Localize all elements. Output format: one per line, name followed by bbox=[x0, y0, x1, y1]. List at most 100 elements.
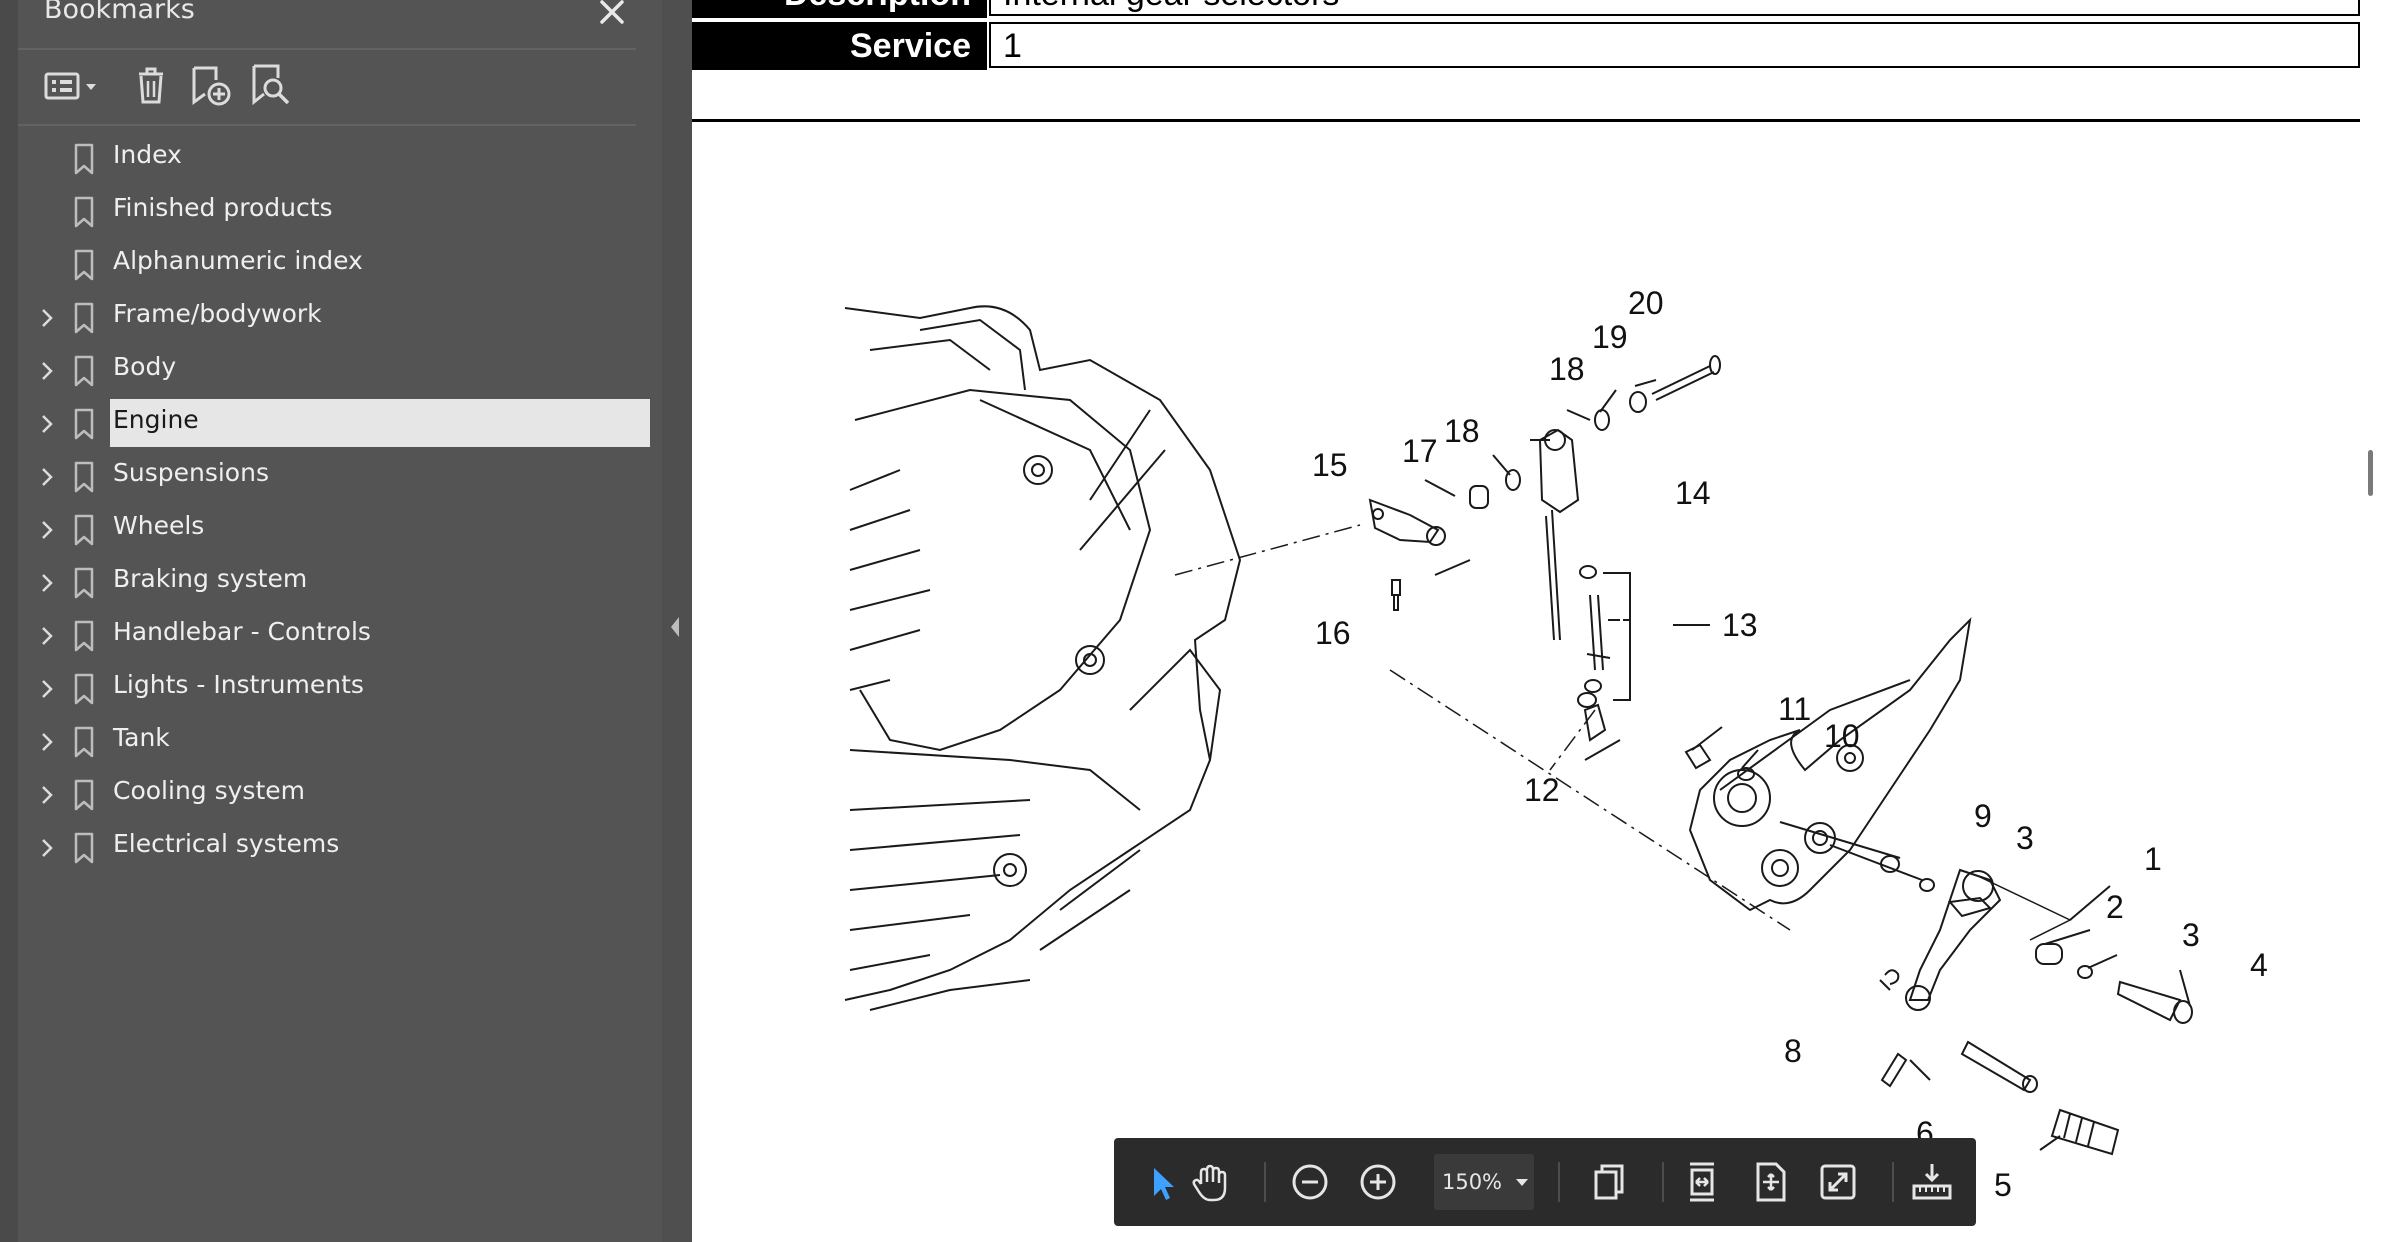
bookmark-item[interactable]: Finished products bbox=[0, 187, 662, 239]
toolbar-separator bbox=[1264, 1162, 1266, 1202]
callout: 11 bbox=[1778, 691, 1811, 727]
chevron-right-icon[interactable] bbox=[36, 466, 58, 488]
measure-icon[interactable] bbox=[1906, 1156, 1958, 1208]
chevron-right-icon[interactable] bbox=[36, 625, 58, 647]
full-screen-icon[interactable] bbox=[1812, 1156, 1864, 1208]
callout: 14 bbox=[1675, 475, 1711, 511]
bookmark-item[interactable]: Alphanumeric index bbox=[0, 240, 662, 292]
bookmark-item[interactable]: Handlebar - Controls bbox=[0, 611, 662, 663]
bookmark-icon bbox=[72, 248, 96, 282]
scrollbar-thumb[interactable] bbox=[2368, 450, 2373, 496]
exploded-parts-diagram: 20 19 18 18 17 15 14 13 16 11 10 12 9 3 … bbox=[844, 290, 2268, 1203]
add-bookmark-icon[interactable] bbox=[186, 60, 236, 110]
callout: 15 bbox=[1312, 447, 1348, 483]
bookmark-item[interactable]: Cooling system bbox=[0, 770, 662, 822]
zoom-dropdown[interactable]: 150% bbox=[1434, 1154, 1534, 1210]
select-cursor-icon[interactable] bbox=[1136, 1156, 1188, 1208]
bookmark-item[interactable]: Engine bbox=[0, 399, 662, 451]
bookmark-icon bbox=[72, 407, 96, 441]
callout: 20 bbox=[1628, 290, 1664, 321]
divider bbox=[18, 124, 636, 126]
page-view-icon[interactable] bbox=[1582, 1156, 1634, 1208]
description-header: Description bbox=[692, 0, 987, 18]
bookmark-label: Suspensions bbox=[113, 458, 269, 487]
callout: 9 bbox=[1974, 798, 1992, 834]
callout: 8 bbox=[1784, 1033, 1802, 1069]
bookmark-label: Braking system bbox=[113, 564, 308, 593]
bookmark-label: Frame/bodywork bbox=[113, 299, 322, 328]
bookmark-item[interactable]: Electrical systems bbox=[0, 823, 662, 875]
bookmark-icon bbox=[72, 301, 96, 335]
bookmark-item[interactable]: Body bbox=[0, 346, 662, 398]
bookmarks-panel: Bookmarks Index Finished products Alphan… bbox=[0, 0, 662, 1242]
bookmark-label: Wheels bbox=[113, 511, 205, 540]
chevron-right-icon[interactable] bbox=[36, 307, 58, 329]
bookmark-item[interactable]: Braking system bbox=[0, 558, 662, 610]
bookmark-item[interactable]: Frame/bodywork bbox=[0, 293, 662, 345]
bookmark-item[interactable]: Lights - Instruments bbox=[0, 664, 662, 716]
bookmark-item[interactable]: Suspensions bbox=[0, 452, 662, 504]
description-value: Internal gear selectors bbox=[989, 0, 2360, 16]
bookmark-label: Electrical systems bbox=[113, 829, 340, 858]
selection-highlight bbox=[110, 717, 650, 765]
rod-end-part bbox=[1538, 428, 1580, 641]
callout: 2 bbox=[2106, 889, 2124, 925]
selection-highlight bbox=[110, 346, 650, 394]
engine-illustration bbox=[844, 305, 1242, 1011]
floating-toolbar: 150% bbox=[1114, 1138, 1976, 1226]
bookmark-options-icon[interactable] bbox=[40, 60, 106, 110]
chevron-down-icon bbox=[1514, 1174, 1530, 1190]
bookmark-icon bbox=[72, 725, 96, 759]
chevron-right-icon[interactable] bbox=[36, 784, 58, 806]
delete-bookmark-icon[interactable] bbox=[126, 60, 176, 110]
fit-page-icon[interactable] bbox=[1744, 1156, 1796, 1208]
toolbar-separator bbox=[1662, 1162, 1664, 1202]
fit-width-icon[interactable] bbox=[1676, 1156, 1728, 1208]
callout: 16 bbox=[1315, 615, 1351, 651]
bookmark-icon bbox=[72, 619, 96, 653]
hand-pan-icon[interactable] bbox=[1184, 1156, 1236, 1208]
bookmark-label: Handlebar - Controls bbox=[113, 617, 371, 646]
zoom-out-icon[interactable] bbox=[1284, 1156, 1336, 1208]
collapse-panel-icon[interactable] bbox=[668, 614, 682, 640]
bookmark-icon bbox=[72, 354, 96, 388]
find-bookmark-icon[interactable] bbox=[246, 60, 296, 110]
callout: 1 bbox=[2144, 841, 2162, 877]
bookmark-item[interactable]: Index bbox=[0, 134, 662, 186]
footrest-bracket bbox=[1688, 617, 1972, 912]
selection-highlight bbox=[110, 134, 650, 182]
callout: 5 bbox=[1994, 1167, 2012, 1203]
chevron-right-icon[interactable] bbox=[36, 731, 58, 753]
callout: 17 bbox=[1402, 433, 1438, 469]
bookmark-icon bbox=[72, 778, 96, 812]
chevron-right-icon[interactable] bbox=[36, 360, 58, 382]
chevron-right-icon[interactable] bbox=[36, 678, 58, 700]
chevron-right-icon[interactable] bbox=[36, 837, 58, 859]
bookmark-label: Tank bbox=[113, 723, 170, 752]
callout: 3 bbox=[2182, 917, 2200, 953]
close-icon[interactable] bbox=[590, 0, 634, 34]
bookmark-icon bbox=[72, 672, 96, 706]
callout: 4 bbox=[2250, 947, 2268, 983]
callout: 3 bbox=[2016, 820, 2034, 856]
bookmark-icon bbox=[72, 513, 96, 547]
panel-title: Bookmarks bbox=[44, 0, 195, 25]
callout: 12 bbox=[1524, 772, 1560, 808]
bookmark-icon bbox=[72, 195, 96, 229]
bookmark-label: Finished products bbox=[113, 193, 333, 222]
callout: 19 bbox=[1592, 319, 1628, 355]
service-value: 1 bbox=[989, 22, 2360, 68]
service-header: Service bbox=[692, 22, 987, 70]
zoom-level: 150% bbox=[1441, 1170, 1503, 1194]
chevron-right-icon[interactable] bbox=[36, 413, 58, 435]
bookmark-item[interactable]: Tank bbox=[0, 717, 662, 769]
bookmark-item[interactable]: Wheels bbox=[0, 505, 662, 557]
toolbar-separator bbox=[1558, 1162, 1560, 1202]
bookmark-icon bbox=[72, 831, 96, 865]
chevron-right-icon[interactable] bbox=[36, 572, 58, 594]
chevron-right-icon[interactable] bbox=[36, 519, 58, 541]
bookmark-icon bbox=[72, 460, 96, 494]
part-info-table: Description Internal gear selectors Serv… bbox=[692, 0, 2360, 74]
bookmark-label: Alphanumeric index bbox=[113, 246, 363, 275]
zoom-in-icon[interactable] bbox=[1352, 1156, 1404, 1208]
